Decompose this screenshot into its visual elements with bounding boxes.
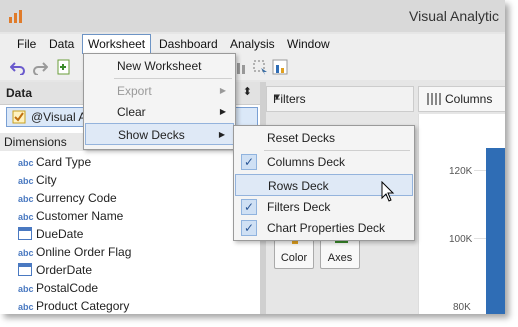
columns-icon [427,93,441,105]
menu-dashboard[interactable]: Dashboard [154,34,223,54]
string-type-icon: abc [18,176,34,186]
checkmark-icon: ✓ [241,220,257,236]
y-tick-label: 80K [453,302,471,313]
field-item[interactable]: abc Customer Name [18,209,123,227]
menu-item-chart-properties-deck[interactable]: ✓ Chart Properties Deck [235,217,413,239]
field-item[interactable]: abc Currency Code [18,191,117,209]
toolbar [0,54,505,80]
string-type-icon: abc [18,302,34,312]
gridline [474,238,486,239]
menu-file[interactable]: File [12,34,41,54]
y-tick-label: 120K [449,166,473,177]
menu-item-reset-decks[interactable]: Reset Decks [235,127,413,149]
field-item[interactable]: abc Online Order Flag [18,245,131,263]
filters-shelf[interactable]: Filters ▼ [266,86,414,112]
field-item[interactable]: abc City [18,173,57,191]
submenu-arrow-icon: ▶ [219,107,226,116]
axes-button-label: Axes [327,252,353,264]
undo-icon[interactable] [10,59,26,75]
date-type-icon [18,263,32,276]
color-button-label: Color [280,252,308,264]
menu-window[interactable]: Window [282,34,335,54]
app-logo-icon [9,10,22,23]
sort-arrows-icon[interactable]: ⬍ [243,85,252,98]
menu-item-export: Export ▶ [85,80,234,102]
string-type-icon: abc [18,158,34,168]
menu-data[interactable]: Data [44,34,79,54]
string-type-icon: abc [18,284,34,294]
selection-icon[interactable] [252,59,268,75]
menu-bar: File Data Worksheet Dashboard Analysis W… [0,34,505,54]
mouse-cursor-icon [381,181,395,202]
checkmark-icon: ✓ [241,199,257,215]
title-bar: Visual Analytic [0,0,505,32]
menu-analysis[interactable]: Analysis [225,34,280,54]
menu-item-clear[interactable]: Clear ▶ [85,101,234,123]
menu-separator [114,78,232,79]
submenu-arrow-icon: ▶ [219,86,226,95]
data-source-name: @Visual A [31,110,87,124]
dropdown-arrow-icon[interactable]: ▼ [273,93,407,102]
app-window: Visual Analytic File Data Worksheet Dash… [0,0,505,314]
menu-item-show-decks[interactable]: Show Decks ▶ [85,123,234,145]
columns-shelf[interactable]: Columns [418,86,505,112]
string-type-icon: abc [18,248,34,258]
y-tick-label: 100K [449,234,473,245]
date-type-icon [18,227,32,240]
bar-chart-icon[interactable] [272,59,288,75]
new-sheet-icon[interactable] [56,59,72,75]
database-check-icon [12,110,26,124]
columns-label: Columns [445,92,493,106]
window-title: Visual Analytic [409,8,500,24]
field-item[interactable]: DueDate [18,227,83,245]
field-item[interactable]: abc Product Category [18,299,129,314]
field-item[interactable]: OrderDate [18,263,92,281]
field-item[interactable]: abc PostalCode [18,281,98,299]
string-type-icon: abc [18,194,34,204]
menu-item-columns-deck[interactable]: ✓ Columns Deck [235,151,413,173]
dimensions-label: Dimensions [4,135,67,149]
menu-worksheet[interactable]: Worksheet [82,34,152,54]
checkmark-icon: ✓ [241,154,257,170]
menu-item-new-worksheet[interactable]: New Worksheet [85,55,234,77]
data-panel-title: Data [6,86,33,100]
redo-icon[interactable] [32,59,48,75]
submenu-arrow-icon: ▶ [218,130,225,139]
worksheet-menu: New Worksheet Export ▶ Clear ▶ Show Deck… [83,53,236,150]
string-type-icon: abc [18,212,34,222]
chart-bar[interactable] [486,148,505,314]
field-item[interactable]: abc Card Type [18,155,91,173]
gridline [474,170,486,171]
